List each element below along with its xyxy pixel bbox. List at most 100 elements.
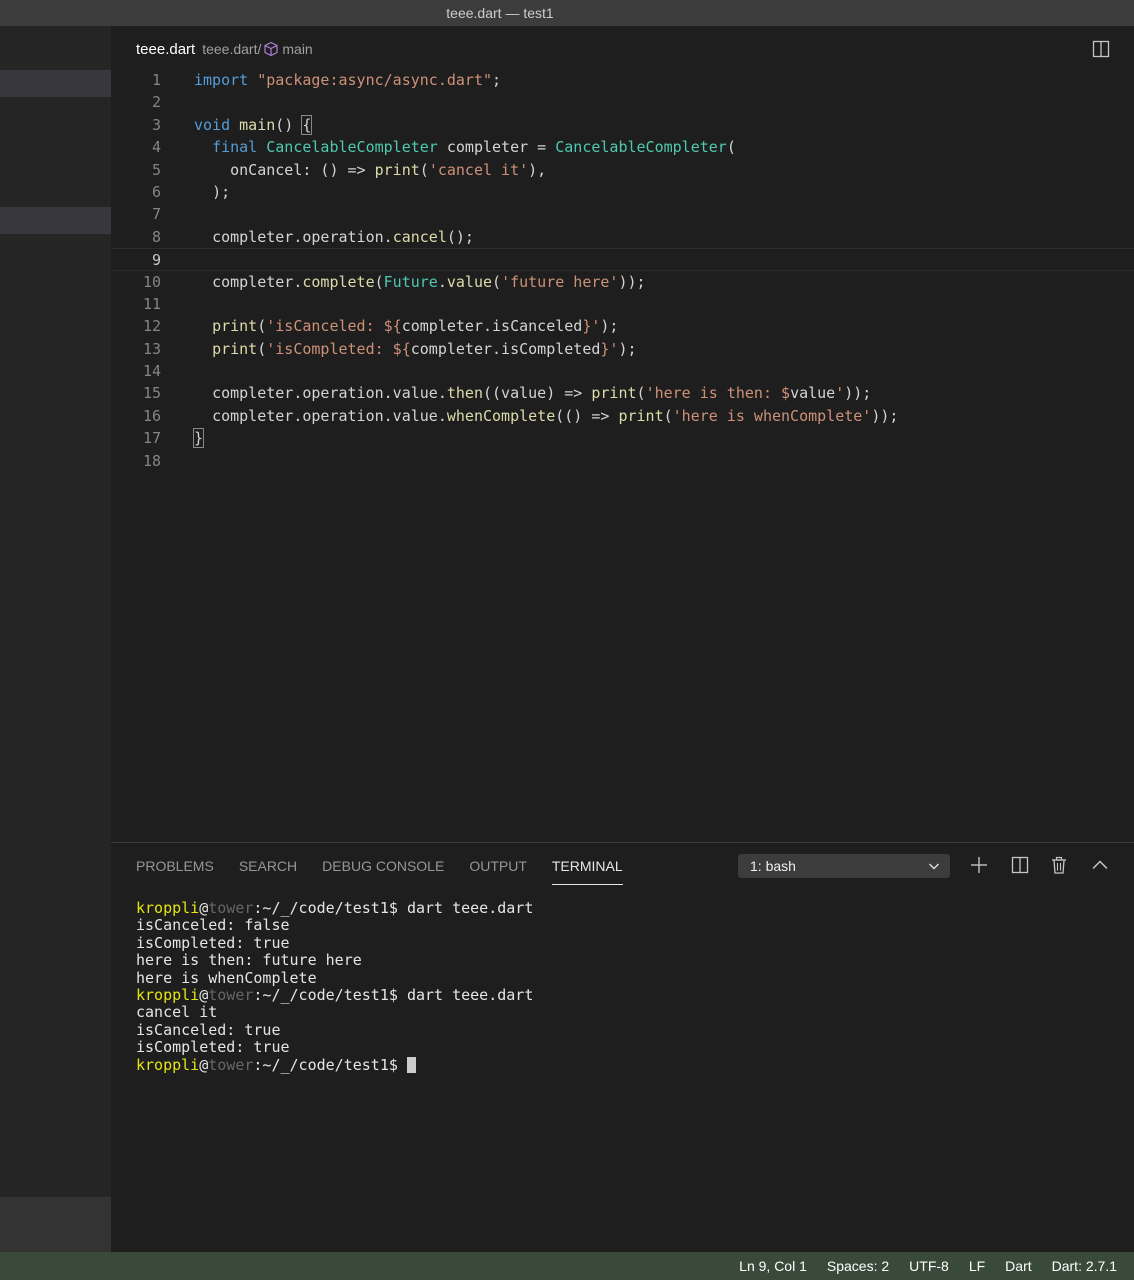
tab-output[interactable]: OUTPUT (469, 857, 527, 885)
code-token: ( (663, 406, 673, 425)
tab-search[interactable]: SEARCH (239, 857, 297, 885)
terminal-line: cancel it (136, 1003, 218, 1022)
editor: teee.dart teee.dart/ main 1 import "packa… (111, 26, 1134, 842)
chevron-down-icon (929, 863, 939, 870)
code-token: ' (835, 384, 845, 403)
code-token: completer. (212, 272, 303, 291)
code-token: }' (600, 339, 619, 358)
code-token: 'here is then: $ (645, 384, 791, 403)
tab-debug-console[interactable]: DEBUG CONSOLE (322, 857, 444, 885)
code-token: CancelableCompleter (555, 138, 727, 157)
prompt-host: tower (208, 985, 254, 1004)
line-number: 16 (142, 406, 161, 425)
line-number: 5 (151, 160, 161, 179)
code-token: "package:async/async.dart" (257, 71, 493, 89)
code-token: . (437, 272, 447, 291)
breadcrumb-symbol[interactable]: main (282, 41, 312, 57)
current-line: 9 (111, 248, 1134, 271)
code-token: completer = (437, 138, 556, 157)
terminal-cursor (406, 1056, 416, 1073)
line-number: 2 (151, 93, 161, 112)
line-number: 4 (151, 138, 161, 157)
prompt-host: tower (208, 1055, 254, 1074)
code-token: () (275, 115, 303, 134)
tab-terminal[interactable]: TERMINAL (551, 857, 623, 885)
status-cursor-position[interactable]: Ln 9, Col 1 (739, 1258, 807, 1274)
terminal-line: isCanceled: true (136, 1020, 281, 1039)
terminal-line: isCanceled: false (136, 916, 290, 935)
plus-icon[interactable] (969, 855, 989, 875)
code-token: print (618, 406, 664, 425)
prompt-path: :~/_/code/test1$ (253, 1055, 407, 1074)
code-token: ); (600, 317, 619, 336)
code-token: ( (374, 272, 384, 291)
code-token: cancel (392, 227, 447, 246)
code-line: 7 (111, 203, 1134, 225)
line-number: 9 (151, 251, 161, 270)
code-token: (); (446, 227, 474, 246)
code-token: ( (419, 160, 429, 179)
code-token: ), (528, 160, 547, 179)
line-number: 15 (142, 384, 161, 403)
matched-bracket: { (301, 114, 313, 135)
code-token: completer.isCanceled (401, 317, 583, 336)
terminal-select-value: 1: bash (750, 858, 796, 874)
code-line: 2 (111, 91, 1134, 113)
line-number: 8 (151, 227, 161, 246)
prompt-at: @ (199, 899, 209, 917)
line-number: 14 (142, 362, 161, 381)
status-indentation[interactable]: Spaces: 2 (827, 1258, 889, 1274)
terminal-select[interactable]: 1: bash (738, 854, 950, 878)
code-editor[interactable]: 1 import "package:async/async.dart"; 2 3 v… (111, 69, 1134, 472)
code-token: ); (212, 182, 231, 201)
chevron-up-icon[interactable] (1090, 855, 1110, 875)
terminal-line: here is whenComplete (136, 968, 317, 987)
code-line: 6 ); (111, 181, 1134, 203)
prompt-at: @ (199, 1055, 209, 1074)
breadcrumb-file-tab[interactable]: teee.dart (136, 41, 195, 58)
sidebar-item-highlighted[interactable] (0, 207, 111, 234)
status-eol[interactable]: LF (969, 1258, 985, 1274)
line-number: 17 (142, 429, 161, 448)
prompt-user: kroppli (136, 899, 200, 917)
line-number: 10 (142, 272, 161, 291)
panel-tabs: PROBLEMS SEARCH DEBUG CONSOLE OUTPUT TER… (136, 857, 648, 885)
code-line: 8 completer.operation.cancel(); (111, 226, 1134, 248)
code-token: )); (871, 406, 899, 425)
code-token: ( (257, 317, 267, 336)
code-line: 13 print('isCompleted: ${completer.isCom… (111, 338, 1134, 360)
code-line: 12 print('isCanceled: ${completer.isCanc… (111, 315, 1134, 337)
code-token: 'isCanceled: ${ (266, 317, 402, 336)
code-line: 11 (111, 293, 1134, 315)
code-token: then (446, 384, 483, 403)
code-line: 18 (111, 450, 1134, 472)
split-terminal-icon[interactable] (1010, 855, 1030, 875)
terminal-output[interactable]: kroppli@tower:~/_/code/test1$ dart teee.… (136, 899, 533, 1074)
trash-icon[interactable] (1049, 855, 1069, 875)
split-editor-icon[interactable] (1092, 40, 1110, 58)
code-token: ((value) => (483, 384, 592, 403)
code-token: completer.isCompleted (410, 339, 601, 358)
line-number: 11 (142, 294, 161, 313)
code-token: ( (492, 272, 502, 291)
tab-problems[interactable]: PROBLEMS (136, 857, 214, 885)
terminal-line: isCompleted: true (136, 1038, 290, 1057)
line-number: 3 (151, 115, 161, 134)
code-token: import (194, 71, 249, 89)
code-token: onCancel: () => (230, 160, 375, 179)
sidebar (0, 26, 111, 1252)
code-line: 1 import "package:async/async.dart"; (111, 69, 1134, 91)
status-sdk-version[interactable]: Dart: 2.7.1 (1052, 1258, 1117, 1274)
code-line: 3 void main() { (111, 114, 1134, 136)
breadcrumb-path[interactable]: teee.dart/ (202, 41, 261, 57)
status-encoding[interactable]: UTF-8 (909, 1258, 949, 1274)
code-token: completer.operation.value. (212, 406, 447, 425)
code-token: 'future here' (501, 272, 619, 291)
code-token: 'cancel it' (428, 160, 529, 179)
sidebar-item-selected[interactable] (0, 70, 111, 97)
line-number: 6 (151, 182, 161, 201)
code-line: 14 (111, 360, 1134, 382)
status-language[interactable]: Dart (1005, 1258, 1031, 1274)
line-number: 7 (151, 205, 161, 224)
prompt-host: tower (208, 899, 254, 917)
